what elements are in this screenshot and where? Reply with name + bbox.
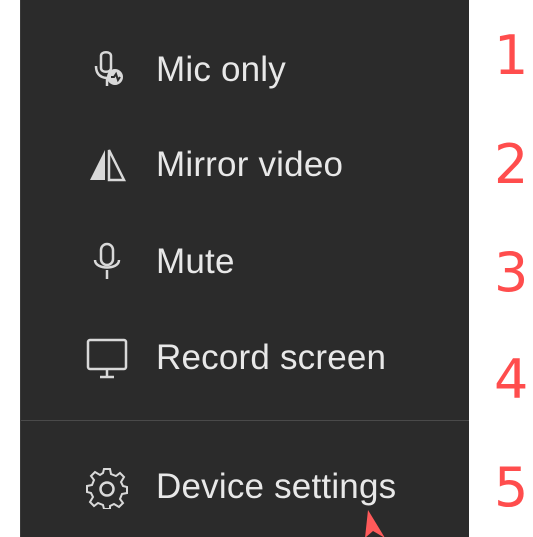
menu-item-label: Mirror video (156, 145, 344, 184)
mouse-cursor-icon (360, 510, 390, 537)
menu-item-mirror-video[interactable]: Mirror video (21, 125, 469, 205)
menu-item-label: Record screen (156, 338, 387, 377)
annotation-number-4: 4 (494, 348, 529, 411)
screenshot-canvas: Mic only Mirror video Mute Record screen… (0, 0, 533, 537)
annotation-number-1: 1 (494, 24, 529, 87)
gear-icon (85, 465, 129, 509)
annotation-number-5: 5 (494, 456, 529, 519)
menu-item-mic-only[interactable]: Mic only (21, 30, 469, 110)
mic-only-icon (85, 48, 129, 92)
microphone-icon (85, 240, 129, 284)
menu-item-label: Device settings (156, 467, 397, 506)
annotation-number-3: 3 (494, 241, 529, 304)
annotation-number-2: 2 (494, 133, 529, 196)
context-menu: Mic only Mirror video Mute Record screen… (20, 0, 469, 537)
menu-item-record-screen[interactable]: Record screen (21, 318, 469, 398)
menu-item-label: Mic only (156, 50, 286, 89)
menu-divider (21, 420, 469, 421)
menu-item-device-settings[interactable]: Device settings (21, 447, 469, 527)
mirror-icon (85, 143, 129, 187)
monitor-icon (85, 336, 129, 380)
menu-item-label: Mute (156, 242, 235, 281)
menu-item-mute[interactable]: Mute (21, 222, 469, 302)
